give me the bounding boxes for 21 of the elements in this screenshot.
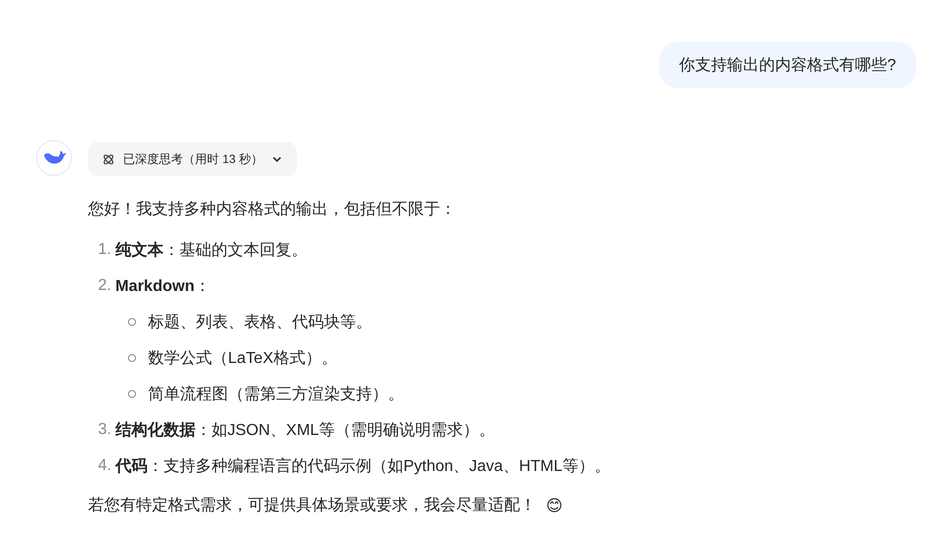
- list-number: 4.: [98, 457, 112, 475]
- bullet-icon: [128, 390, 136, 398]
- atom-icon: [102, 152, 115, 166]
- list-item-text: 纯文本：基础的文本回复。: [115, 240, 308, 260]
- user-message-bubble: 你支持输出的内容格式有哪些?: [659, 42, 916, 88]
- bullet-icon: [128, 318, 136, 326]
- list-number: 2.: [98, 277, 112, 295]
- list-number: 3.: [98, 421, 112, 439]
- list-item-text: 简单流程图（需第三方渲染支持）。: [148, 384, 404, 404]
- reply-paragraph: 您好！我支持多种内容格式的输出，包括但不限于：: [88, 200, 457, 220]
- bullet-icon: [128, 354, 136, 362]
- list-item-text: 标题、列表、表格、代码块等。: [148, 312, 372, 332]
- list-item-text: 数学公式（LaTeX格式）。: [148, 348, 338, 368]
- whale-avatar-icon: [36, 140, 72, 176]
- list-item-text: 代码：支持多种编程语言的代码示例（如Python、Java、HTML等）。: [115, 456, 611, 476]
- list-item-text: Markdown：: [115, 276, 210, 296]
- list-number: 1.: [98, 241, 112, 259]
- smiling-emoji: 😊: [546, 497, 563, 516]
- reply-paragraph: 若您有特定格式需求，可提供具体场景或要求，我会尽量适配！: [88, 496, 536, 516]
- thinking-toggle-button[interactable]: 已深度思考（用时 13 秒）: [88, 142, 298, 176]
- list-item-text: 结构化数据：如JSON、XML等（需明确说明需求）。: [115, 420, 495, 440]
